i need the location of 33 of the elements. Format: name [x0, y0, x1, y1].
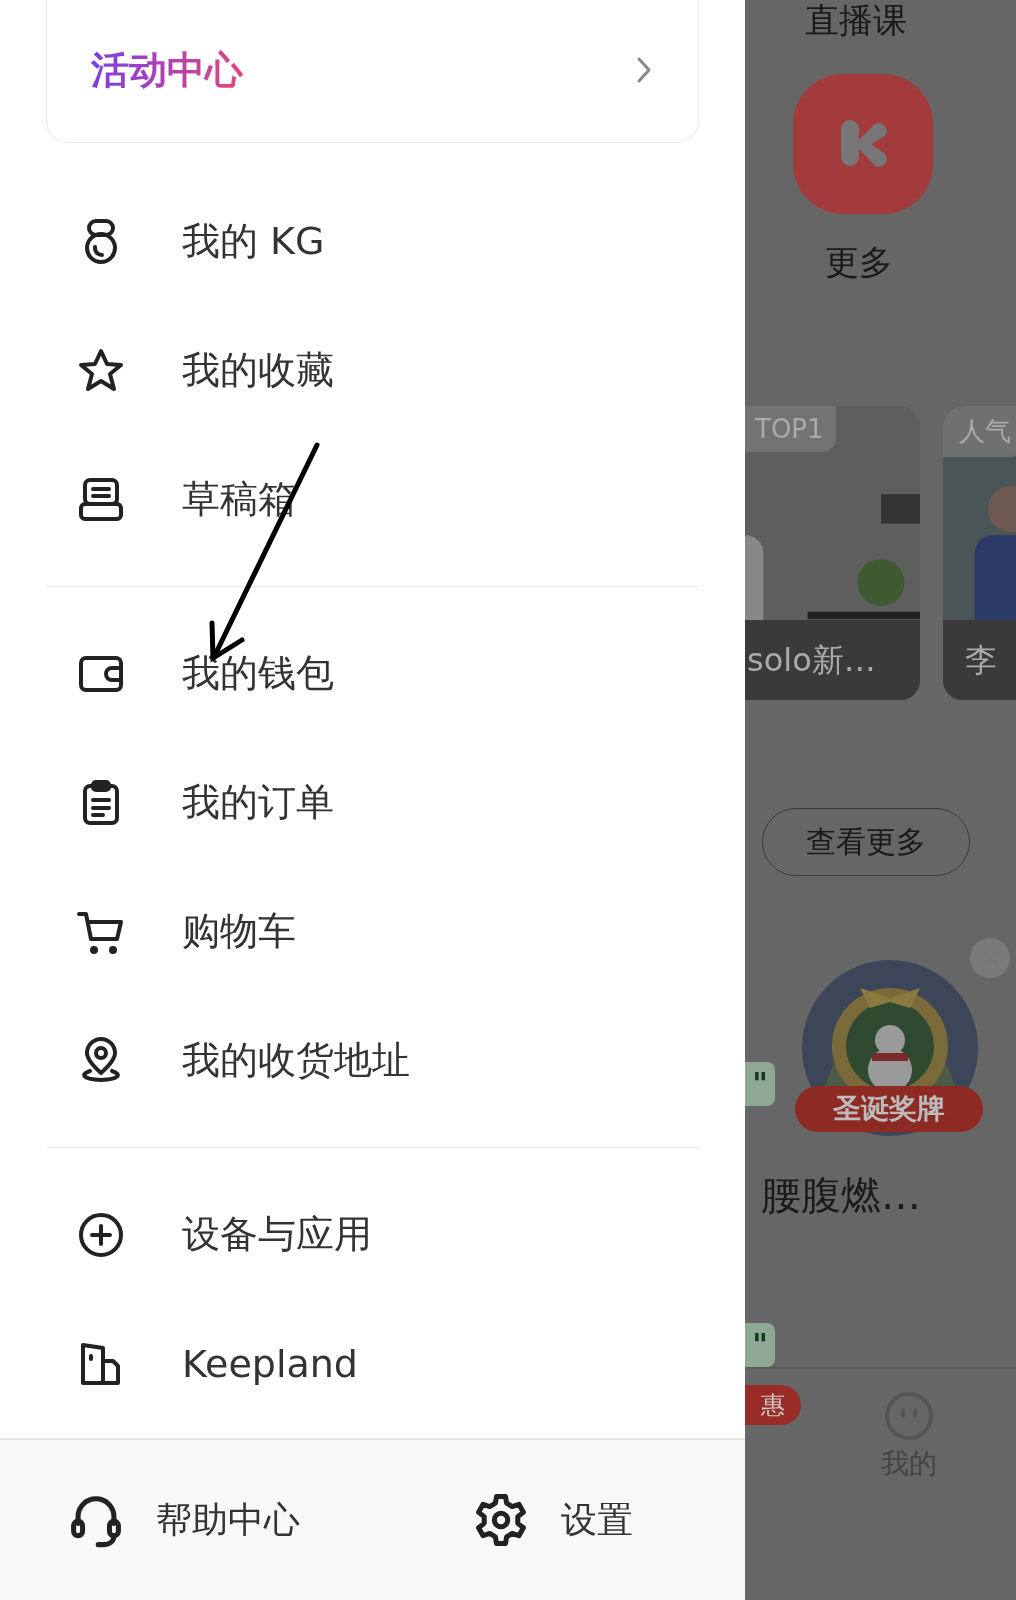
discount-badge: 惠 — [745, 1385, 801, 1425]
menu-item[interactable]: 我的收藏 — [46, 306, 699, 435]
card-caption: 李 — [943, 620, 1016, 700]
footer-link[interactable]: 设置 — [473, 1492, 633, 1548]
promo-ribbon: 圣诞奖牌 — [795, 1086, 983, 1132]
menu-item-label: 我的订单 — [182, 779, 334, 826]
activity-center-card[interactable]: 活动中心 — [46, 0, 699, 143]
tag: " — [745, 1062, 775, 1106]
promo-medal[interactable]: 圣诞奖牌 — [795, 958, 985, 1148]
menu-item[interactable]: Keepland — [46, 1299, 699, 1428]
menu-item-label: 我的收货地址 — [182, 1037, 410, 1084]
menu-item[interactable]: 我的钱包 — [46, 609, 699, 738]
menu-item-label: 我的 KG — [182, 218, 325, 265]
card-badge: 人气 — [943, 406, 1016, 457]
menu-item[interactable]: 我的收货地址 — [46, 996, 699, 1125]
menu-item-label: Keepland — [182, 1341, 358, 1386]
video-card[interactable]: 人气 李 — [943, 406, 1016, 700]
card-caption: solo新… — [745, 620, 920, 700]
course-title: 腰腹燃… — [761, 1171, 921, 1220]
footer-link[interactable]: 帮助中心 — [68, 1492, 473, 1548]
shortcut-label: 更多 — [825, 241, 893, 284]
app-logo-icon[interactable] — [793, 74, 933, 214]
settings-icon — [473, 1492, 529, 1548]
menu-item[interactable]: 购物车 — [46, 867, 699, 996]
menu-item[interactable]: 我的 KG — [46, 177, 699, 306]
menu-item[interactable]: 设备与应用 — [46, 1170, 699, 1299]
menu-item-label: 我的钱包 — [182, 650, 334, 697]
menu-item-label: 购物车 — [182, 908, 296, 955]
menu-item-label: 我的收藏 — [182, 347, 334, 394]
menu-item[interactable]: 我的订单 — [46, 738, 699, 867]
section-title: 直播课 — [805, 0, 907, 40]
tag: " — [745, 1323, 775, 1367]
menu-item-label: 设备与应用 — [182, 1211, 372, 1258]
